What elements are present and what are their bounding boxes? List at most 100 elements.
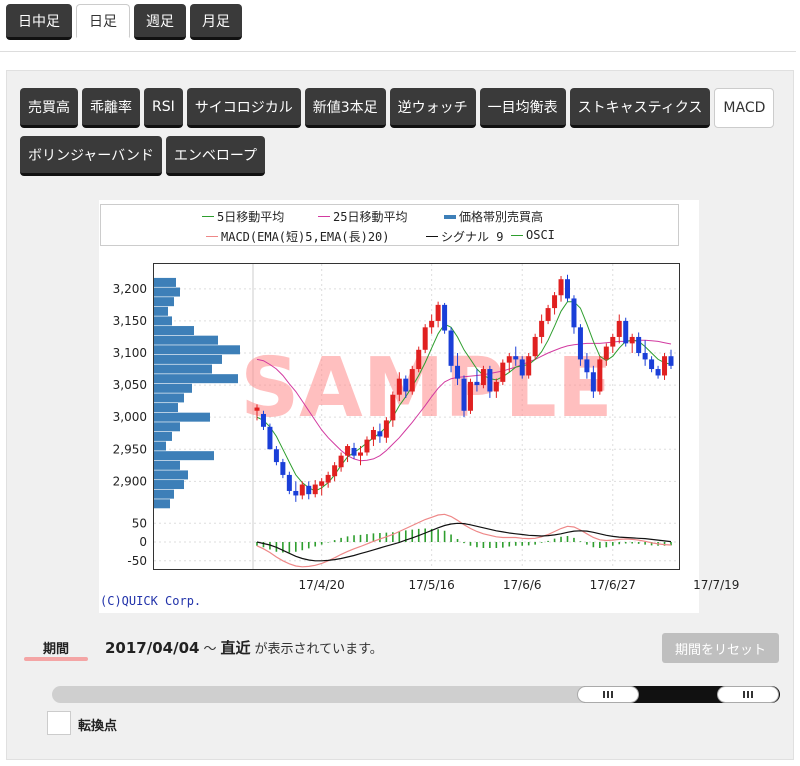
tab-daily[interactable]: 日足: [76, 4, 130, 40]
osci-bar: [618, 542, 621, 545]
osci-bar: [443, 530, 446, 542]
tab-volume[interactable]: 売買高: [20, 88, 78, 128]
candle-body: [299, 484, 305, 496]
osci-bar: [540, 542, 543, 543]
indicator-tabs-row1: 売買高 乖離率 RSI サイコロジカル 新値3本足 逆ウォッチ 一目均衡表 スト…: [20, 88, 775, 128]
legend-signal-swatch: [426, 236, 438, 237]
osci-bar: [450, 534, 452, 542]
turning-point-checkbox[interactable]: [47, 711, 71, 735]
candle-body: [260, 413, 266, 427]
osci-bar: [592, 542, 595, 548]
candle-body: [597, 359, 603, 392]
candle-body: [623, 320, 629, 344]
legend-macd-swatch: [206, 236, 218, 237]
candle-body: [280, 462, 286, 475]
candle-body: [370, 430, 376, 440]
osci-bar: [424, 528, 426, 542]
macd-line: [256, 513, 672, 568]
tab-reverse-watch[interactable]: 逆ウォッチ: [389, 88, 476, 128]
volume-profile-bar: [154, 499, 170, 509]
tab-three-line-break[interactable]: 新値3本足: [304, 88, 386, 128]
legend-ma25-label: 25日移動平均: [333, 210, 408, 224]
candle-body: [539, 320, 545, 337]
candle-body: [532, 336, 538, 357]
tab-intraday[interactable]: 日中足: [6, 4, 72, 40]
legend-volume-label: 価格帯別売買高: [459, 210, 544, 224]
candle-body: [345, 446, 351, 456]
tab-ichimoku[interactable]: 一目均衡表: [479, 88, 566, 128]
candle-body: [519, 359, 525, 376]
tab-psychological[interactable]: サイコロジカル: [186, 88, 301, 128]
grip-icon: [607, 691, 609, 698]
candle-body: [474, 381, 480, 386]
tab-weekly[interactable]: 週足: [134, 4, 186, 40]
osci-bar: [489, 542, 491, 548]
tab-bollinger[interactable]: ボリンジャーバンド: [20, 136, 162, 176]
candle-body: [584, 359, 590, 373]
volume-profile-bar: [154, 364, 212, 374]
candle-body: [396, 378, 402, 395]
candle-body: [487, 369, 493, 392]
candle-body: [332, 465, 338, 477]
range-slider-handle-right[interactable]: [717, 686, 779, 703]
candle-body: [306, 485, 312, 495]
range-slider-handle-left[interactable]: [577, 686, 639, 703]
osci-bar: [295, 542, 297, 552]
candle-body: [506, 356, 512, 363]
volume-profile-bar: [154, 306, 168, 316]
grip-icon: [611, 691, 613, 698]
period-description: 2017/04/04 ～ 直近 が表示されています。: [105, 637, 383, 658]
turning-point-label: 転換点: [78, 719, 118, 734]
volume-profile-bar: [154, 287, 180, 297]
osci-bar: [534, 542, 536, 545]
legend-ma5-swatch: [202, 216, 214, 217]
candle-body: [603, 346, 609, 360]
tab-rsi[interactable]: RSI: [144, 88, 183, 128]
grip-icon: [747, 691, 749, 698]
candle-body: [552, 295, 558, 309]
osci-bar: [644, 542, 646, 545]
candle-body: [429, 320, 435, 328]
volume-profile-bar: [154, 316, 172, 326]
osci-bar: [527, 542, 530, 546]
tab-macd[interactable]: MACD: [714, 88, 775, 128]
legend-osci-swatch: [511, 234, 523, 236]
osci-bar: [624, 542, 627, 544]
tab-envelope[interactable]: エンベロープ: [165, 136, 266, 176]
osci-bar: [301, 542, 304, 551]
volume-profile-bar: [154, 470, 188, 480]
legend-volume-profile: 価格帯別売買高: [444, 208, 543, 225]
osci-bar: [586, 542, 588, 545]
candle-body: [273, 449, 279, 463]
legend-signal-label: シグナル 9: [441, 230, 504, 244]
legend-ma25: 25日移動平均: [318, 208, 407, 225]
reset-period-button[interactable]: 期間をリセット: [662, 633, 779, 663]
osci-bar: [631, 542, 633, 544]
candle-body: [526, 356, 532, 376]
osci-bar: [599, 542, 601, 548]
watermark-text: SAMPLE: [240, 341, 612, 436]
osci-bar: [456, 539, 459, 542]
candle-body: [442, 304, 448, 331]
legend-osci: OSCI: [511, 228, 555, 242]
volume-profile-bar: [154, 431, 172, 441]
osci-bar: [560, 536, 562, 542]
osci-bar: [340, 537, 342, 542]
volume-profile-bar: [154, 422, 180, 432]
candle-body: [358, 452, 363, 456]
osci-bar: [307, 542, 310, 549]
tab-deviation[interactable]: 乖離率: [82, 88, 140, 128]
tab-monthly[interactable]: 月足: [190, 4, 242, 40]
candle-body: [590, 372, 596, 392]
tab-stochastics[interactable]: ストキャスティクス: [569, 88, 711, 128]
candle-body: [422, 327, 428, 350]
grip-icon: [743, 691, 745, 698]
volume-profile-bar: [154, 326, 194, 336]
osci-bar: [579, 541, 582, 542]
osci-bar: [411, 529, 414, 542]
volume-profile-bar: [154, 374, 238, 384]
osci-bar: [573, 537, 575, 542]
candle-body: [293, 490, 299, 496]
period-separator: ～: [203, 642, 217, 657]
candle-body: [616, 320, 622, 337]
